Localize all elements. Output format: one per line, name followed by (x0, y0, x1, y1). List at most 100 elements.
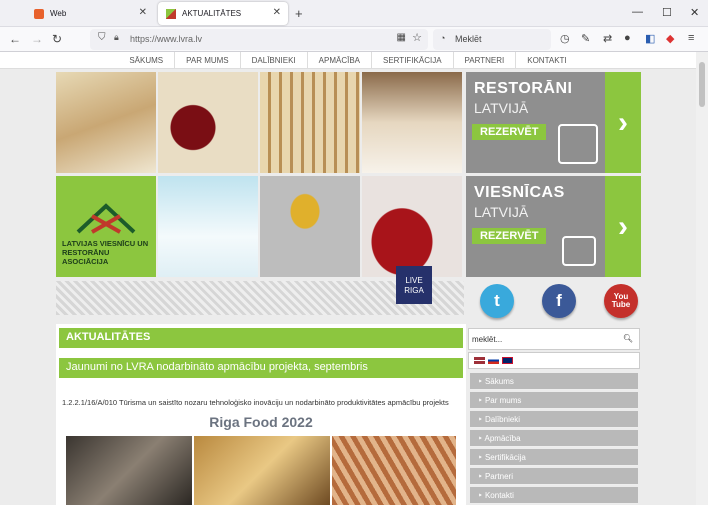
search-box[interactable]: ◔ Meklēt (433, 29, 551, 50)
main-content: AKTUALITĀTES Jaunumi no LVRA nodarbināto… (56, 324, 466, 505)
menu-item-sakums[interactable]: SĀKUMS (118, 52, 176, 68)
chevron-right-icon[interactable]: › (605, 72, 641, 173)
sidebar-item-label: Apmācība (484, 434, 521, 443)
minimize-icon[interactable]: — (632, 6, 643, 18)
sidebar-item-label: Sākums (484, 377, 514, 386)
sidebar-item-label: Kontakti (484, 491, 514, 500)
sidebar-item-par-mums[interactable]: ‣ Par mums (470, 392, 638, 409)
sidebar-item-label: Dalībnieki (484, 415, 521, 424)
man-with-glasses-photo (194, 436, 330, 505)
reload-icon[interactable]: ↻ (52, 32, 62, 46)
nav-toolbar: ← → ↻ ⛉ 🔒︎ https://www.lvra.lv ▦ ☆ ◔ Mek… (0, 27, 708, 52)
search-placeholder[interactable]: Meklēt (455, 34, 482, 44)
menu-item-dalibnieki[interactable]: DALĪBNIEKI (241, 52, 308, 68)
search-icon[interactable]: 🔍︎ (623, 334, 633, 343)
close-window-icon[interactable]: ✕ (690, 6, 699, 19)
sidebar-item-dalibnieki[interactable]: ‣ Dalībnieki (470, 411, 638, 428)
tab-web[interactable]: Web ✕ (26, 2, 154, 25)
sidebar-item-sertifikacija[interactable]: ‣ Sertifikācija (470, 449, 638, 466)
scrollbar[interactable] (696, 52, 708, 505)
waiter-tray-icon (558, 124, 598, 164)
site-search-input[interactable] (472, 332, 622, 346)
banner-title: VIESNĪCAS (474, 184, 565, 201)
history-icon[interactable]: ◷ (560, 32, 570, 45)
menu-icon[interactable]: ≡ (688, 32, 694, 44)
translate-icon[interactable]: ◧ (645, 32, 655, 45)
tools-icon[interactable]: ✎ (581, 32, 590, 45)
red-armchair-photo (362, 176, 462, 277)
hotels-banner[interactable]: VIESNĪCAS LATVIJĀ REZERVĒT › (466, 176, 641, 277)
banner-title: RESTORĀNI (474, 80, 573, 97)
url-text[interactable]: https://www.lvra.lv (130, 34, 202, 44)
close-tab-icon[interactable]: ✕ (139, 7, 147, 18)
sidebar-item-kontakti[interactable]: ‣ Kontakti (470, 487, 638, 504)
tab-aktualitates[interactable]: AKTUALITĀTES ✕ (158, 2, 288, 25)
sidebar-item-label: Sertifikācija (484, 453, 526, 462)
juice-glass-photo (260, 176, 360, 277)
sidebar-item-partneri[interactable]: ‣ Partneri (470, 468, 638, 485)
reserve-restaurant-button[interactable]: REZERVĒT (472, 124, 547, 140)
hotel-room-photo (56, 72, 156, 173)
sync-icon[interactable]: ⇄ (603, 32, 612, 45)
russian-flag-icon[interactable] (488, 357, 499, 364)
menu-item-partneri[interactable]: PARTNERI (454, 52, 517, 68)
bookmark-star-icon[interactable]: ☆ (412, 31, 422, 44)
new-tab-icon[interactable]: + (295, 6, 303, 21)
lvra-logo: LATVIJAS VIESNĪCU UN RESTORĀNU ASOCIĀCIJ… (56, 176, 156, 277)
website: SĀKUMS PAR MUMS DALĪBNIEKI APMĀCĪBA SERT… (0, 52, 696, 505)
menu-item-apmaciba[interactable]: APMĀCĪBA (308, 52, 372, 68)
article-title[interactable]: Jaunumi no LVRA nodarbināto apmācību pro… (59, 358, 463, 378)
scrollbar-thumb[interactable] (699, 62, 705, 107)
sidebar: 🔍︎ ‣ Sākums ‣ Par mums ‣ Dalībnieki ‣ Ap… (468, 324, 640, 505)
project-text: 1.2.2.1/16/A/010 Tūrisma un saistīto noz… (62, 398, 449, 407)
restaurant-hall-photo (362, 72, 462, 173)
forward-icon[interactable]: → (31, 32, 43, 46)
close-tab-icon[interactable]: ✕ (273, 7, 281, 18)
lvra-favicon-icon (166, 8, 176, 19)
banner-subtitle: LATVIJĀ (474, 100, 529, 116)
top-menu: SĀKUMS PAR MUMS DALĪBNIEKI APMĀCĪBA SERT… (0, 52, 696, 69)
wooden-roof-photo (332, 436, 456, 505)
chevron-right-icon[interactable]: › (605, 176, 641, 277)
shield-extension-icon[interactable]: ◆ (666, 32, 674, 45)
site-search: 🔍︎ (468, 328, 640, 350)
banquet-table-photo (158, 176, 258, 277)
sidebar-item-sakums[interactable]: ‣ Sākums (470, 373, 638, 390)
live-riga-logo[interactable]: LIVE RIGA (396, 266, 432, 304)
back-icon[interactable]: ← (9, 32, 21, 46)
tab-title: AKTUALITĀTES (182, 9, 242, 18)
restaurants-banner[interactable]: RESTORĀNI LATVIJĀ REZERVĒT › (466, 72, 641, 173)
tab-strip: Web ✕ AKTUALITĀTES ✕ + — ☐ ✕ (0, 0, 708, 27)
wine-glasses-photo (158, 72, 258, 173)
g-favicon-icon (34, 8, 44, 19)
building-facade-photo (260, 72, 360, 173)
search-engine-icon: ◔ (440, 33, 446, 43)
photo-grid: RESTORĀNI LATVIJĀ REZERVĒT › LATVIJAS VI… (56, 72, 642, 277)
sidebar-item-label: Partneri (484, 472, 513, 481)
key-card-icon (562, 236, 596, 266)
maximize-icon[interactable]: ☐ (662, 6, 672, 19)
shield-icon[interactable]: ⛉ (98, 32, 106, 43)
uk-flag-icon[interactable] (502, 357, 513, 364)
chef-gloves-photo (66, 436, 192, 505)
sidebar-item-apmaciba[interactable]: ‣ Apmācība (470, 430, 638, 447)
tab-title: Web (50, 9, 67, 18)
extension-icon[interactable]: ● (624, 32, 631, 44)
sidebar-item-label: Par mums (484, 396, 522, 405)
twitter-icon[interactable]: t (480, 284, 514, 318)
menu-item-kontakti[interactable]: KONTAKTI (516, 52, 577, 68)
qr-code-icon[interactable]: ▦ (397, 32, 406, 43)
language-flags (468, 352, 640, 369)
section-title: AKTUALITĀTES (59, 328, 463, 348)
logo-text: LATVIJAS VIESNĪCU UN RESTORĀNU ASOCIĀCIJ… (62, 239, 149, 266)
youtube-icon[interactable]: You Tube (604, 284, 638, 318)
lock-icon[interactable]: 🔒︎ (114, 32, 119, 43)
menu-item-sertifikacija[interactable]: SERTIFIKĀCIJA (372, 52, 454, 68)
menu-item-par-mums[interactable]: PAR MUMS (175, 52, 241, 68)
facebook-icon[interactable]: f (542, 284, 576, 318)
address-bar[interactable]: ⛉ 🔒︎ https://www.lvra.lv ▦ ☆ (90, 29, 428, 50)
reserve-hotel-button[interactable]: REZERVĒT (472, 228, 547, 244)
event-title: Riga Food 2022 (209, 414, 313, 430)
latvian-flag-icon[interactable] (474, 357, 485, 364)
banner-subtitle: LATVIJĀ (474, 204, 529, 220)
